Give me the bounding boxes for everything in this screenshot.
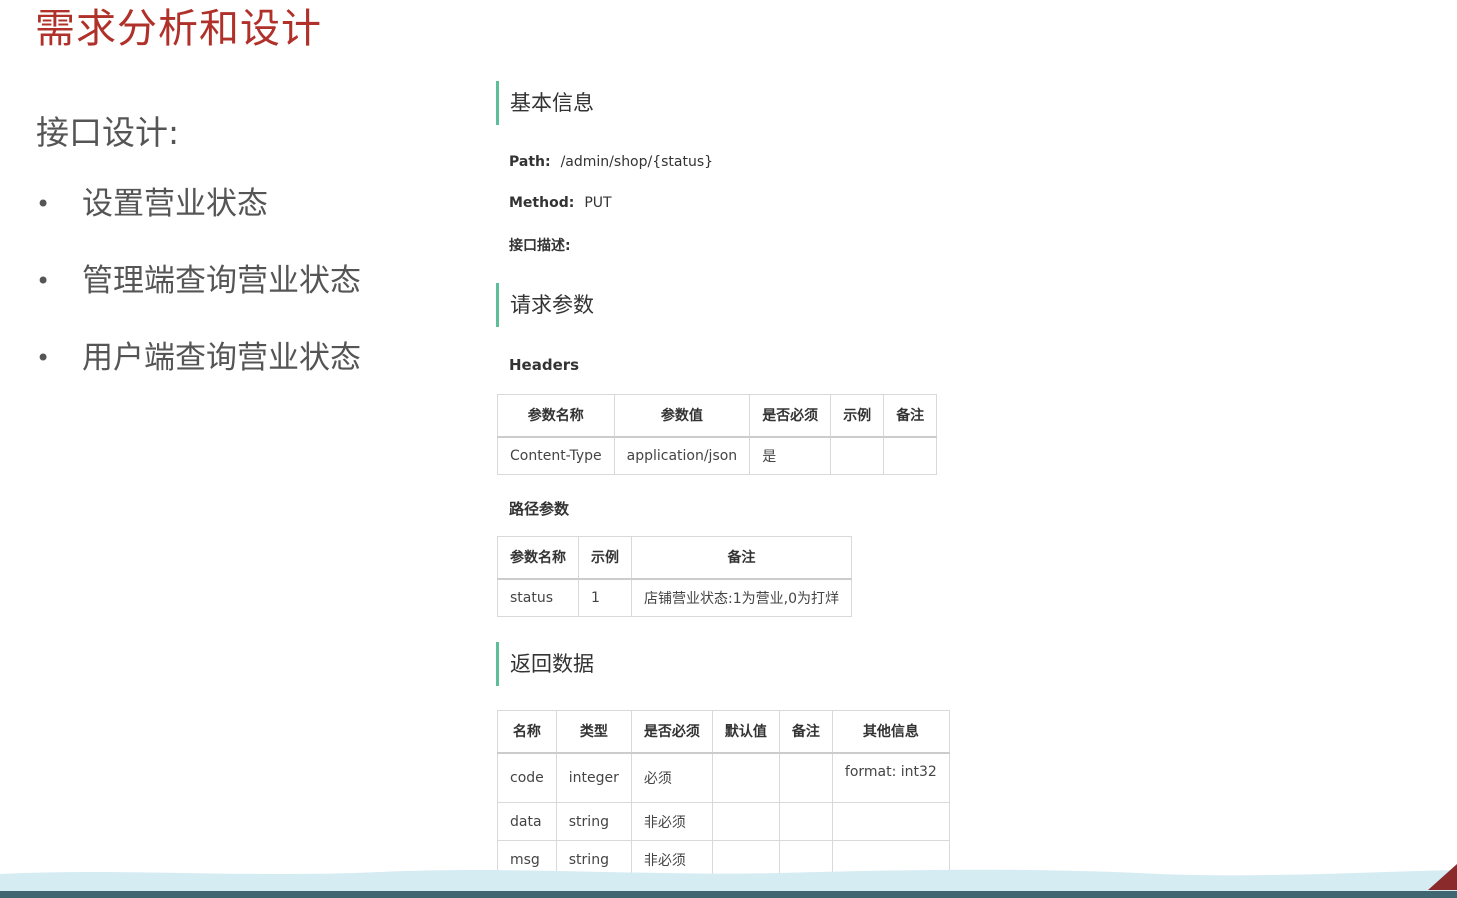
column-header: 类型: [555, 710, 632, 753]
column-header: 备注: [778, 710, 833, 753]
column-header: 是否必须: [630, 710, 713, 753]
table-row: code integer 必须 format: int32: [497, 752, 950, 803]
column-header: 其他信息: [831, 710, 950, 753]
table-row: data string 非必须: [497, 802, 950, 841]
column-header: 默认值: [711, 710, 780, 753]
table-header-row: 参数名称 参数值 是否必须 示例 备注: [497, 394, 938, 437]
list-item-label: 用户端查询营业状态: [82, 340, 361, 376]
column-header: 参数名称: [497, 536, 579, 579]
footer-band: [0, 891, 1457, 898]
column-header: 参数名称: [497, 394, 615, 437]
table-cell: integer: [555, 752, 632, 803]
method-label: Method:: [509, 195, 575, 211]
column-header: 示例: [830, 394, 885, 437]
table-cell: Content-Type: [497, 436, 615, 475]
table-cell: 必须: [630, 752, 713, 803]
path-value: /admin/shop/{status}: [560, 154, 714, 170]
table-cell: 店铺营业状态:1为营业,0为打烊: [631, 578, 852, 617]
section-basic-info-heading: 基本信息: [496, 81, 594, 125]
bullet-icon: •: [36, 267, 51, 295]
table-cell: [778, 752, 833, 803]
path-params-table: 参数名称 示例 备注 status 1 店铺营业状态:1为营业,0为打烊: [497, 536, 852, 617]
table-cell: string: [555, 802, 632, 841]
path-params-label: 路径参数: [509, 500, 570, 518]
table-cell: status: [497, 578, 579, 617]
column-header: 备注: [631, 536, 852, 579]
feature-list: • 设置营业状态 • 管理端查询营业状态 • 用户端查询营业状态: [36, 182, 361, 413]
column-header: 备注: [883, 394, 938, 437]
column-header: 参数值: [613, 394, 751, 437]
table-cell: 非必须: [630, 802, 713, 841]
column-header: 是否必须: [749, 394, 832, 437]
section-response-heading: 返回数据: [496, 642, 594, 686]
list-item: • 管理端查询营业状态: [36, 259, 361, 336]
table-cell: [778, 802, 833, 841]
headers-table: 参数名称 参数值 是否必须 示例 备注 Content-Type applica…: [497, 394, 938, 475]
column-header: 名称: [497, 710, 557, 753]
table-cell: [711, 752, 780, 803]
description-label: 接口描述:: [509, 238, 571, 254]
table-row: status 1 店铺营业状态:1为营业,0为打烊: [497, 578, 852, 617]
list-item: • 设置营业状态: [36, 182, 361, 259]
table-cell: 1: [578, 578, 632, 617]
bullet-icon: •: [36, 344, 51, 372]
description-row: 接口描述:: [509, 235, 581, 255]
table-cell: format: int32: [831, 752, 950, 803]
table-cell: [831, 802, 950, 841]
page-title: 需求分析和设计: [35, 6, 322, 52]
list-item: • 用户端查询营业状态: [36, 336, 361, 413]
list-item-label: 设置营业状态: [82, 186, 268, 222]
path-label: Path:: [509, 154, 551, 170]
table-header-row: 参数名称 示例 备注: [497, 536, 852, 579]
method-value: PUT: [584, 195, 612, 211]
left-heading: 接口设计:: [36, 113, 180, 152]
footer-wave-decoration: [0, 864, 1457, 898]
list-item-label: 管理端查询营业状态: [82, 263, 361, 299]
table-cell: code: [497, 752, 557, 803]
table-cell: [830, 436, 885, 475]
table-cell: data: [497, 802, 557, 841]
table-cell: 是: [749, 436, 832, 475]
table-cell: [883, 436, 938, 475]
table-header-row: 名称 类型 是否必须 默认值 备注 其他信息: [497, 710, 950, 753]
table-cell: [711, 802, 780, 841]
table-row: Content-Type application/json 是: [497, 436, 938, 475]
method-row: Method: PUT: [509, 195, 612, 211]
headers-label: Headers: [509, 356, 580, 374]
section-request-heading: 请求参数: [496, 283, 594, 327]
path-row: Path: /admin/shop/{status}: [509, 154, 713, 170]
response-table: 名称 类型 是否必须 默认值 备注 其他信息 code integer 必须 f…: [497, 710, 950, 879]
bullet-icon: •: [36, 190, 51, 218]
table-cell: application/json: [613, 436, 751, 475]
column-header: 示例: [578, 536, 632, 579]
